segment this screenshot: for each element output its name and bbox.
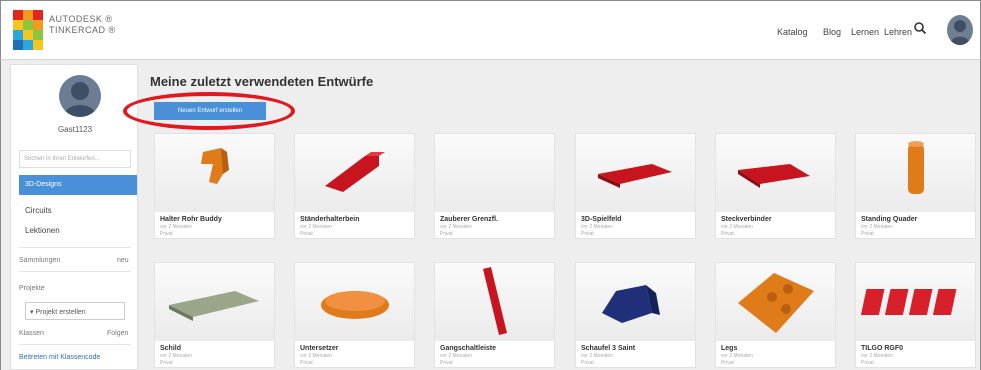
sidebar-item-3d-designs[interactable]: 3D-Designs [19, 175, 137, 195]
design-visibility: Privat [440, 231, 453, 237]
design-thumbnail [295, 134, 414, 212]
design-name: Gangschaltleiste [440, 345, 497, 352]
design-card[interactable]: Standing Quader vor 2 Monaten Privat [855, 133, 976, 239]
design-thumbnail [576, 134, 695, 212]
design-visibility: Privat [581, 360, 594, 366]
design-card[interactable]: Schaufel 3 Saint vor 2 Monaten Privat [575, 262, 696, 368]
design-visibility: Privat [581, 231, 594, 237]
design-search-input[interactable]: Suchen in Ihren Entwürfen... [19, 150, 131, 168]
sidebar-divider [19, 271, 131, 272]
nav-katalog[interactable]: Katalog [777, 27, 808, 37]
design-date: vor 2 Monaten [440, 224, 472, 230]
design-date: vor 2 Monaten [300, 353, 332, 359]
logo-line-autodesk: AUTODESK ® [49, 14, 113, 24]
sidebar-divider [19, 344, 131, 345]
design-date: vor 2 Monaten [581, 224, 613, 230]
design-card[interactable]: Schild vor 2 Monaten Privat [154, 262, 275, 368]
design-card[interactable]: Halter Rohr Buddy vor 2 Monaten Privat [154, 133, 275, 239]
design-date: vor 2 Monaten [300, 224, 332, 230]
design-visibility: Privat [721, 231, 734, 237]
design-date: vor 2 Monaten [160, 353, 192, 359]
search-icon[interactable] [913, 21, 927, 35]
tinkercad-logo-icon[interactable] [13, 10, 43, 50]
sidebar-item-circuits[interactable]: Circuits [25, 206, 52, 215]
design-date: vor 2 Monaten [721, 353, 753, 359]
design-thumbnail [295, 263, 414, 341]
design-card[interactable]: Gangschaltleiste vor 2 Monaten Privat [434, 262, 555, 368]
design-card[interactable]: Steckverbinder vor 2 Monaten Privat [715, 133, 836, 239]
design-name: Ständerhalterbein [300, 216, 360, 223]
design-name: Schaufel 3 Saint [581, 345, 636, 352]
top-bar: AUTODESK ® TINKERCAD ® Katalog Blog Lern… [0, 0, 981, 60]
design-visibility: Privat [300, 231, 313, 237]
design-card[interactable]: 3D-Spielfeld vor 2 Monaten Privat [575, 133, 696, 239]
design-thumbnail [716, 134, 835, 212]
design-thumbnail [435, 134, 554, 212]
sidebar-divider [19, 247, 131, 248]
design-date: vor 2 Monaten [861, 353, 893, 359]
design-name: Zauberer Grenzfl. [440, 216, 498, 223]
design-visibility: Privat [160, 231, 173, 237]
design-name: Steckverbinder [721, 216, 772, 223]
design-name: Legs [721, 345, 738, 352]
design-thumbnail [856, 263, 975, 341]
design-name: 3D-Spielfeld [581, 216, 622, 223]
design-visibility: Privat [861, 231, 874, 237]
design-name: Schild [160, 345, 182, 352]
design-thumbnail [716, 263, 835, 341]
design-name: Halter Rohr Buddy [160, 216, 222, 223]
classes-follow-link[interactable]: Folgen [107, 330, 128, 337]
page-title: Meine zuletzt verwendeten Entwürfe [150, 74, 374, 89]
design-visibility: Privat [440, 360, 453, 366]
project-select[interactable]: ▾ Projekt erstellen [25, 302, 125, 320]
design-date: vor 2 Monaten [160, 224, 192, 230]
design-thumbnail [856, 134, 975, 212]
join-class-link[interactable]: Beitreten mit Klassencode [19, 354, 100, 361]
collections-label: Sammlungen [19, 257, 61, 264]
design-date: vor 2 Monaten [861, 224, 893, 230]
design-visibility: Privat [160, 360, 173, 366]
design-date: vor 2 Monaten [721, 224, 753, 230]
classes-label: Klassen [19, 330, 44, 337]
design-thumbnail [576, 263, 695, 341]
design-card[interactable]: Untersetzer vor 2 Monaten Privat [294, 262, 415, 368]
design-thumbnail [155, 263, 274, 341]
nav-lehren[interactable]: Lehren [884, 27, 912, 37]
design-visibility: Privat [861, 360, 874, 366]
project-select-value: Projekt erstellen [35, 309, 86, 316]
nav-blog[interactable]: Blog [823, 27, 841, 37]
design-visibility: Privat [721, 360, 734, 366]
collections-new-link[interactable]: neu [117, 257, 129, 264]
design-card[interactable]: Legs vor 2 Monaten Privat [715, 262, 836, 368]
design-visibility: Privat [300, 360, 313, 366]
design-card[interactable]: Ständerhalterbein vor 2 Monaten Privat [294, 133, 415, 239]
design-name: Untersetzer [300, 345, 339, 352]
username: Gast1123 [57, 125, 93, 134]
design-date: vor 2 Monaten [581, 353, 613, 359]
nav-lernen[interactable]: Lernen [851, 27, 879, 37]
profile-avatar-icon[interactable] [59, 75, 101, 117]
design-card[interactable]: Zauberer Grenzfl. vor 2 Monaten Privat [434, 133, 555, 239]
highlight-annotation [123, 92, 295, 130]
design-date: vor 2 Monaten [440, 353, 472, 359]
design-name: TILGO RGF0 [861, 345, 903, 352]
user-avatar-icon[interactable] [947, 15, 973, 45]
design-card[interactable]: TILGO RGF0 vor 2 Monaten Privat [855, 262, 976, 368]
projects-label: Projekte [19, 285, 45, 292]
logo-line-tinkercad: TINKERCAD ® [49, 25, 116, 35]
sidebar-item-lektionen[interactable]: Lektionen [25, 226, 60, 235]
logo-text[interactable]: AUTODESK ® TINKERCAD ® [49, 14, 116, 36]
sidebar: Gast1123 Suchen in Ihren Entwürfen... 3D… [10, 64, 138, 370]
design-thumbnail [435, 263, 554, 341]
design-thumbnail [155, 134, 274, 212]
design-name: Standing Quader [861, 216, 918, 223]
